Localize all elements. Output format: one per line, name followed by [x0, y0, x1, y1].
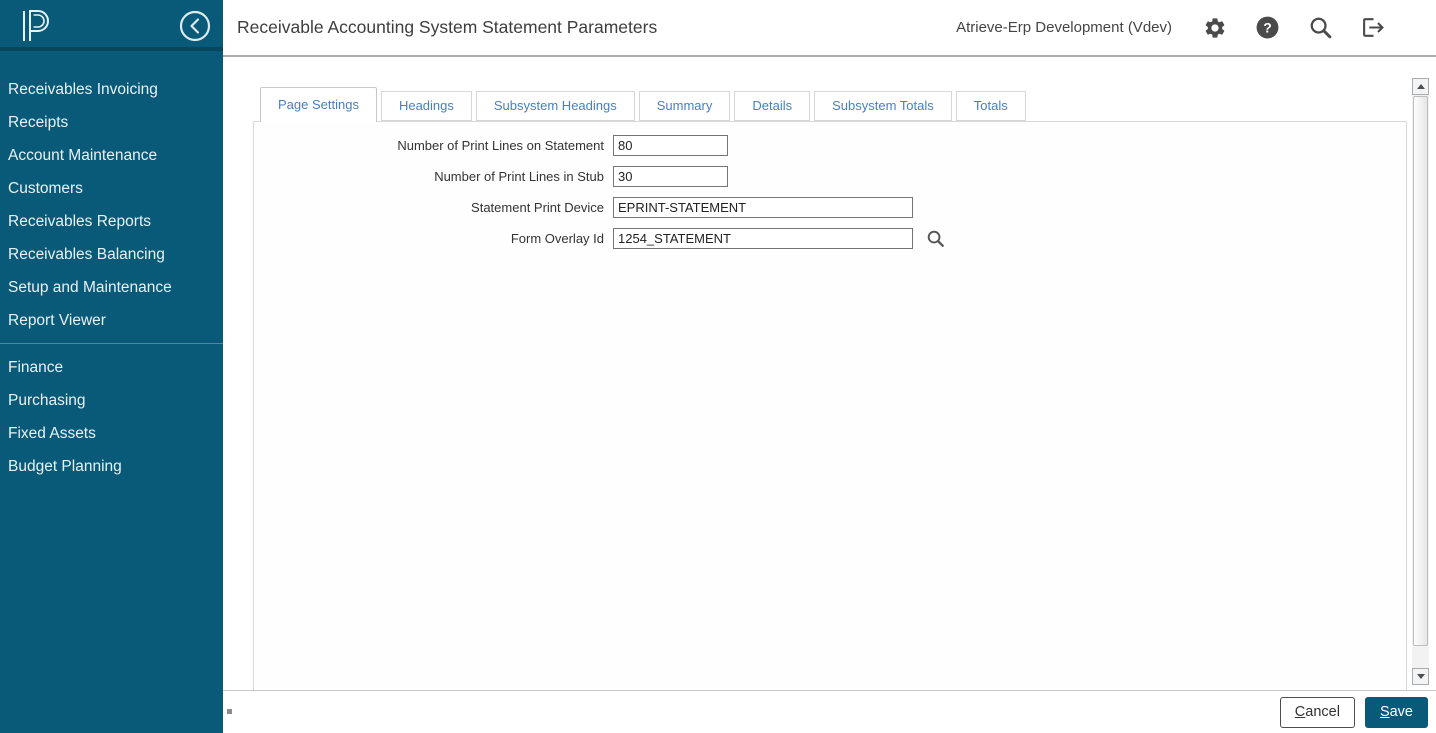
sidebar-item-receipts[interactable]: Receipts: [0, 106, 223, 139]
form-overlay-id-label: Form Overlay Id: [254, 231, 613, 246]
svg-text:?: ?: [1263, 19, 1272, 35]
sidebar-item-purchasing[interactable]: Purchasing: [0, 384, 223, 417]
sidebar-nav: Receivables Invoicing Receipts Account M…: [0, 51, 223, 483]
page-settings-form: Number of Print Lines on Statement Numbe…: [254, 122, 1406, 249]
statement-print-device-label: Statement Print Device: [254, 200, 613, 215]
scrollbar-down-button[interactable]: [1412, 668, 1429, 685]
form-row: Statement Print Device: [254, 197, 1406, 218]
logout-icon[interactable]: [1361, 15, 1386, 40]
tab-totals[interactable]: Totals: [956, 91, 1026, 121]
sidebar-item-fixed-assets[interactable]: Fixed Assets: [0, 417, 223, 450]
tab-summary[interactable]: Summary: [639, 91, 731, 121]
tab-page-settings[interactable]: Page Settings: [260, 87, 377, 122]
sidebar-item-receivables-balancing[interactable]: Receivables Balancing: [0, 238, 223, 271]
tab-bar: Page Settings Headings Subsystem Heading…: [260, 87, 1030, 121]
brand-logo-icon: [15, 6, 57, 53]
cancel-button[interactable]: Cancel: [1280, 697, 1355, 728]
sidebar-item-setup-and-maintenance[interactable]: Setup and Maintenance: [0, 271, 223, 304]
form-row: Number of Print Lines on Statement: [254, 135, 1406, 156]
form-row: Number of Print Lines in Stub: [254, 166, 1406, 187]
sidebar-item-receivables-reports[interactable]: Receivables Reports: [0, 205, 223, 238]
search-icon[interactable]: [1308, 15, 1333, 40]
triangle-up-icon: [1417, 84, 1425, 89]
print-lines-statement-input[interactable]: [613, 135, 728, 156]
app-window: Receivables Invoicing Receipts Account M…: [0, 0, 1436, 733]
tab-panel-page-settings: Number of Print Lines on Statement Numbe…: [253, 121, 1407, 690]
sidebar-item-finance[interactable]: Finance: [0, 351, 223, 384]
main-content: Page Settings Headings Subsystem Heading…: [223, 57, 1436, 690]
sidebar-item-report-viewer[interactable]: Report Viewer: [0, 304, 223, 337]
statement-print-device-input[interactable]: [613, 197, 913, 218]
sidebar-item-account-maintenance[interactable]: Account Maintenance: [0, 139, 223, 172]
tab-details[interactable]: Details: [734, 91, 810, 121]
footer-grip-dot: [227, 709, 232, 714]
tab-subsystem-totals[interactable]: Subsystem Totals: [814, 91, 952, 121]
print-lines-stub-label: Number of Print Lines in Stub: [254, 169, 613, 184]
footer-bar: Cancel Save: [223, 690, 1436, 733]
page-title: Receivable Accounting System Statement P…: [237, 17, 657, 38]
form-row: Form Overlay Id: [254, 228, 1406, 249]
print-lines-stub-input[interactable]: [613, 166, 728, 187]
help-icon[interactable]: ?: [1255, 15, 1280, 40]
vertical-scrollbar[interactable]: [1412, 78, 1429, 685]
scrollbar-up-button[interactable]: [1412, 78, 1429, 95]
form-overlay-lookup-search-icon[interactable]: [926, 229, 945, 248]
save-button[interactable]: Save: [1365, 697, 1428, 728]
sidebar: Receivables Invoicing Receipts Account M…: [0, 0, 223, 733]
sidebar-item-budget-planning[interactable]: Budget Planning: [0, 450, 223, 483]
gear-icon[interactable]: [1202, 15, 1227, 40]
sidebar-divider: [0, 343, 223, 344]
triangle-down-icon: [1417, 674, 1425, 679]
print-lines-statement-label: Number of Print Lines on Statement: [254, 138, 613, 153]
sidebar-header: [0, 0, 223, 51]
sidebar-collapse-button[interactable]: [177, 8, 213, 44]
sidebar-item-receivables-invoicing[interactable]: Receivables Invoicing: [0, 73, 223, 106]
form-overlay-id-input[interactable]: [613, 228, 913, 249]
scrollbar-track[interactable]: [1412, 95, 1429, 668]
sidebar-item-customers[interactable]: Customers: [0, 172, 223, 205]
scrollbar-thumb[interactable]: [1413, 96, 1428, 646]
top-header: Receivable Accounting System Statement P…: [223, 0, 1436, 57]
environment-label: Atrieve-Erp Development (Vdev): [956, 19, 1172, 36]
tab-headings[interactable]: Headings: [381, 91, 472, 121]
tab-subsystem-headings[interactable]: Subsystem Headings: [476, 91, 635, 121]
header-actions: Atrieve-Erp Development (Vdev) ?: [956, 15, 1386, 40]
